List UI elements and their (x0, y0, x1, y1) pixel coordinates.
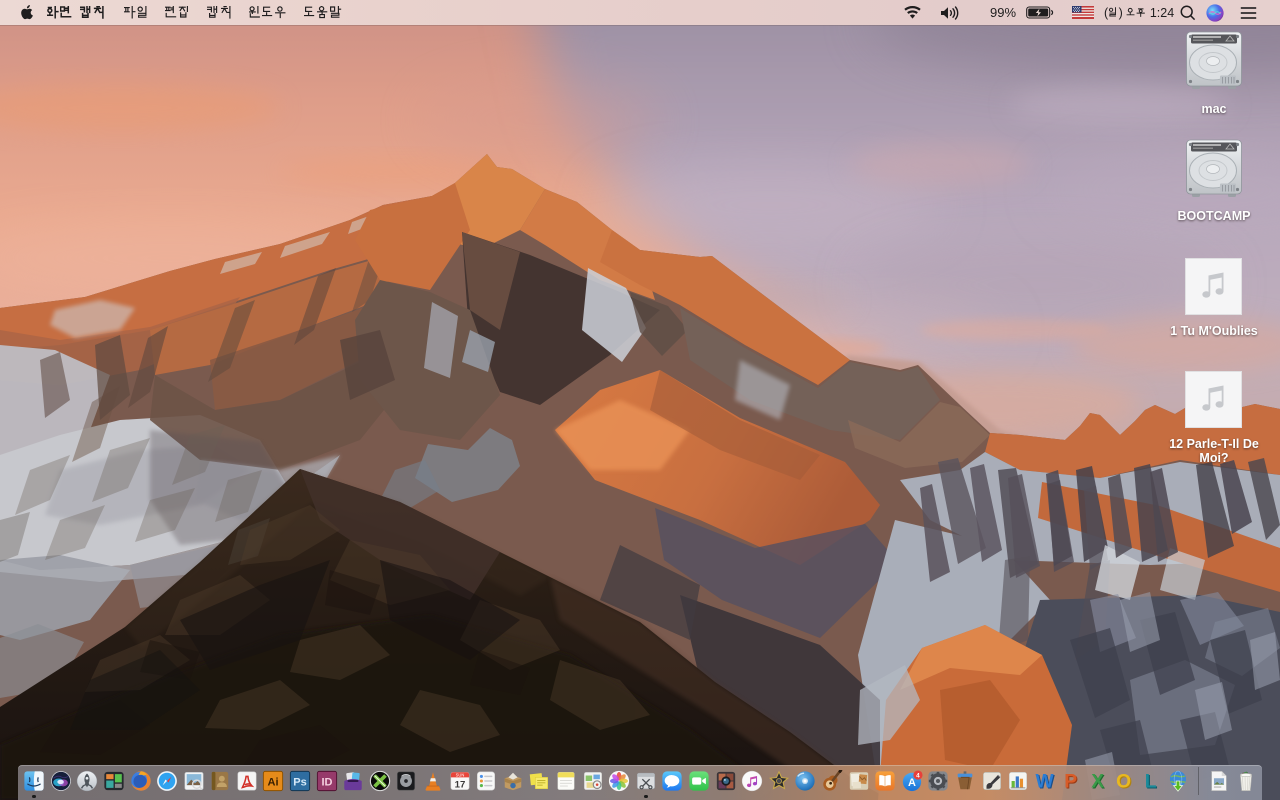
svg-text:L: L (1145, 771, 1157, 791)
svg-text:W: W (1035, 771, 1054, 791)
svg-text:O: O (1117, 771, 1132, 791)
svg-text:SUN: SUN (455, 772, 464, 777)
svg-text:Ai: Ai (268, 776, 279, 788)
svg-text:ID: ID (321, 776, 332, 788)
svg-text:Ps: Ps (293, 776, 306, 788)
svg-text:4: 4 (916, 772, 920, 779)
svg-text:X: X (1091, 771, 1104, 791)
svg-text:A: A (908, 777, 916, 789)
svg-text:P: P (1065, 771, 1078, 791)
svg-text:17: 17 (454, 779, 465, 790)
